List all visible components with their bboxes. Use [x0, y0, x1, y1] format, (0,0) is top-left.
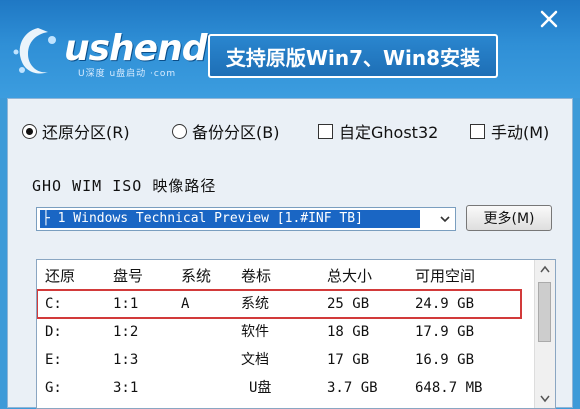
image-path-select[interactable]: ├ 1 Windows Technical Preview [1.#INF TB…	[36, 207, 456, 231]
column-header: 盘号	[113, 267, 144, 285]
volume-label: 文档	[241, 352, 269, 368]
logo-swirl-icon	[13, 28, 56, 74]
radio-selected-icon	[22, 123, 37, 139]
image-path-label: GHO WIM ISO 映像路径	[32, 177, 217, 195]
table-row[interactable]: C: 1:1 A 系统 25 GB 24.9 GB	[37, 289, 522, 319]
free-space: 16.9 GB	[415, 352, 475, 368]
chevron-down-icon	[440, 216, 450, 223]
volume-label: U盘	[249, 380, 272, 396]
column-header: 总大小	[327, 267, 373, 285]
app-header: ushendu U深度 u盘启动 ·com 支持原版Win7、Win8安装	[0, 0, 580, 98]
drive-letter: E:	[45, 352, 62, 368]
table-scrollbar[interactable]	[534, 260, 555, 408]
scroll-up-button[interactable]	[535, 260, 555, 278]
column-header: 系统	[181, 267, 212, 285]
system-flag: A	[181, 296, 190, 312]
scroll-down-button[interactable]	[535, 390, 555, 408]
volume-label: 软件	[241, 324, 269, 340]
custom-ghost32-label: 自定Ghost32	[339, 123, 439, 142]
column-header: 可用空间	[415, 267, 476, 285]
disk-number: 1:3	[113, 352, 139, 368]
table-row[interactable]: E: 1:3 文档 17 GB 16.9 GB	[37, 346, 521, 374]
more-button[interactable]: 更多(M)	[466, 205, 552, 231]
main-panel: 还原分区(R) 备份分区(B) 自定Ghost32 手动(M) GHO WIM …	[7, 98, 573, 409]
backup-partition-radio[interactable]: 备份分区(B)	[172, 119, 279, 143]
free-space: 24.9 GB	[415, 296, 475, 312]
scroll-thumb[interactable]	[538, 282, 551, 342]
custom-ghost32-checkbox[interactable]: 自定Ghost32	[318, 119, 438, 143]
free-space: 17.9 GB	[415, 324, 475, 340]
drive-letter: C:	[45, 296, 62, 312]
restore-partition-label: 还原分区(R)	[42, 123, 130, 142]
image-path-value: ├ 1 Windows Technical Preview [1.#INF TB…	[40, 210, 420, 228]
volume-label: 系统	[241, 296, 269, 312]
table-row[interactable]: G: 3:1 U盘 3.7 GB 648.7 MB	[37, 374, 521, 402]
partition-table: 还原 盘号 系统 卷标 总大小 可用空间 C: 1:1 A 系统 25 GB 2…	[36, 259, 556, 409]
manual-checkbox[interactable]: 手动(M)	[470, 119, 549, 143]
banner-text: 支持原版Win7、Win8安装	[225, 45, 481, 70]
column-header: 卷标	[241, 267, 272, 285]
radio-icon	[172, 123, 187, 139]
logo-text: ushendu	[64, 28, 232, 69]
drive-letter: G:	[45, 380, 62, 396]
feature-banner: 支持原版Win7、Win8安装	[208, 34, 498, 78]
disk-number: 1:1	[113, 296, 139, 312]
checkbox-icon	[470, 123, 485, 139]
close-button[interactable]	[536, 6, 562, 32]
drive-letter: D:	[45, 324, 62, 340]
column-header: 还原	[45, 267, 76, 285]
total-size: 17 GB	[327, 352, 370, 368]
logo-subtitle: U深度 u盘启动 ·com	[78, 69, 177, 79]
close-icon	[540, 10, 558, 28]
disk-number: 3:1	[113, 380, 139, 396]
checkbox-icon	[318, 123, 333, 139]
total-size: 3.7 GB	[327, 380, 378, 396]
table-header: 还原 盘号 系统 卷标 总大小 可用空间	[37, 262, 521, 290]
chevron-down-icon	[540, 395, 550, 403]
backup-partition-label: 备份分区(B)	[192, 123, 280, 142]
ushendu-logo: ushendu U深度 u盘启动 ·com	[8, 22, 232, 82]
total-size: 25 GB	[327, 296, 370, 312]
table-row[interactable]: D: 1:2 软件 18 GB 17.9 GB	[37, 318, 521, 346]
partition-options: 还原分区(R) 备份分区(B) 自定Ghost32 手动(M)	[22, 119, 562, 143]
total-size: 18 GB	[327, 324, 370, 340]
chevron-up-icon	[540, 265, 550, 273]
restore-partition-radio[interactable]: 还原分区(R)	[22, 119, 130, 143]
disk-number: 1:2	[113, 324, 139, 340]
free-space: 648.7 MB	[415, 380, 483, 396]
manual-label: 手动(M)	[491, 123, 550, 142]
